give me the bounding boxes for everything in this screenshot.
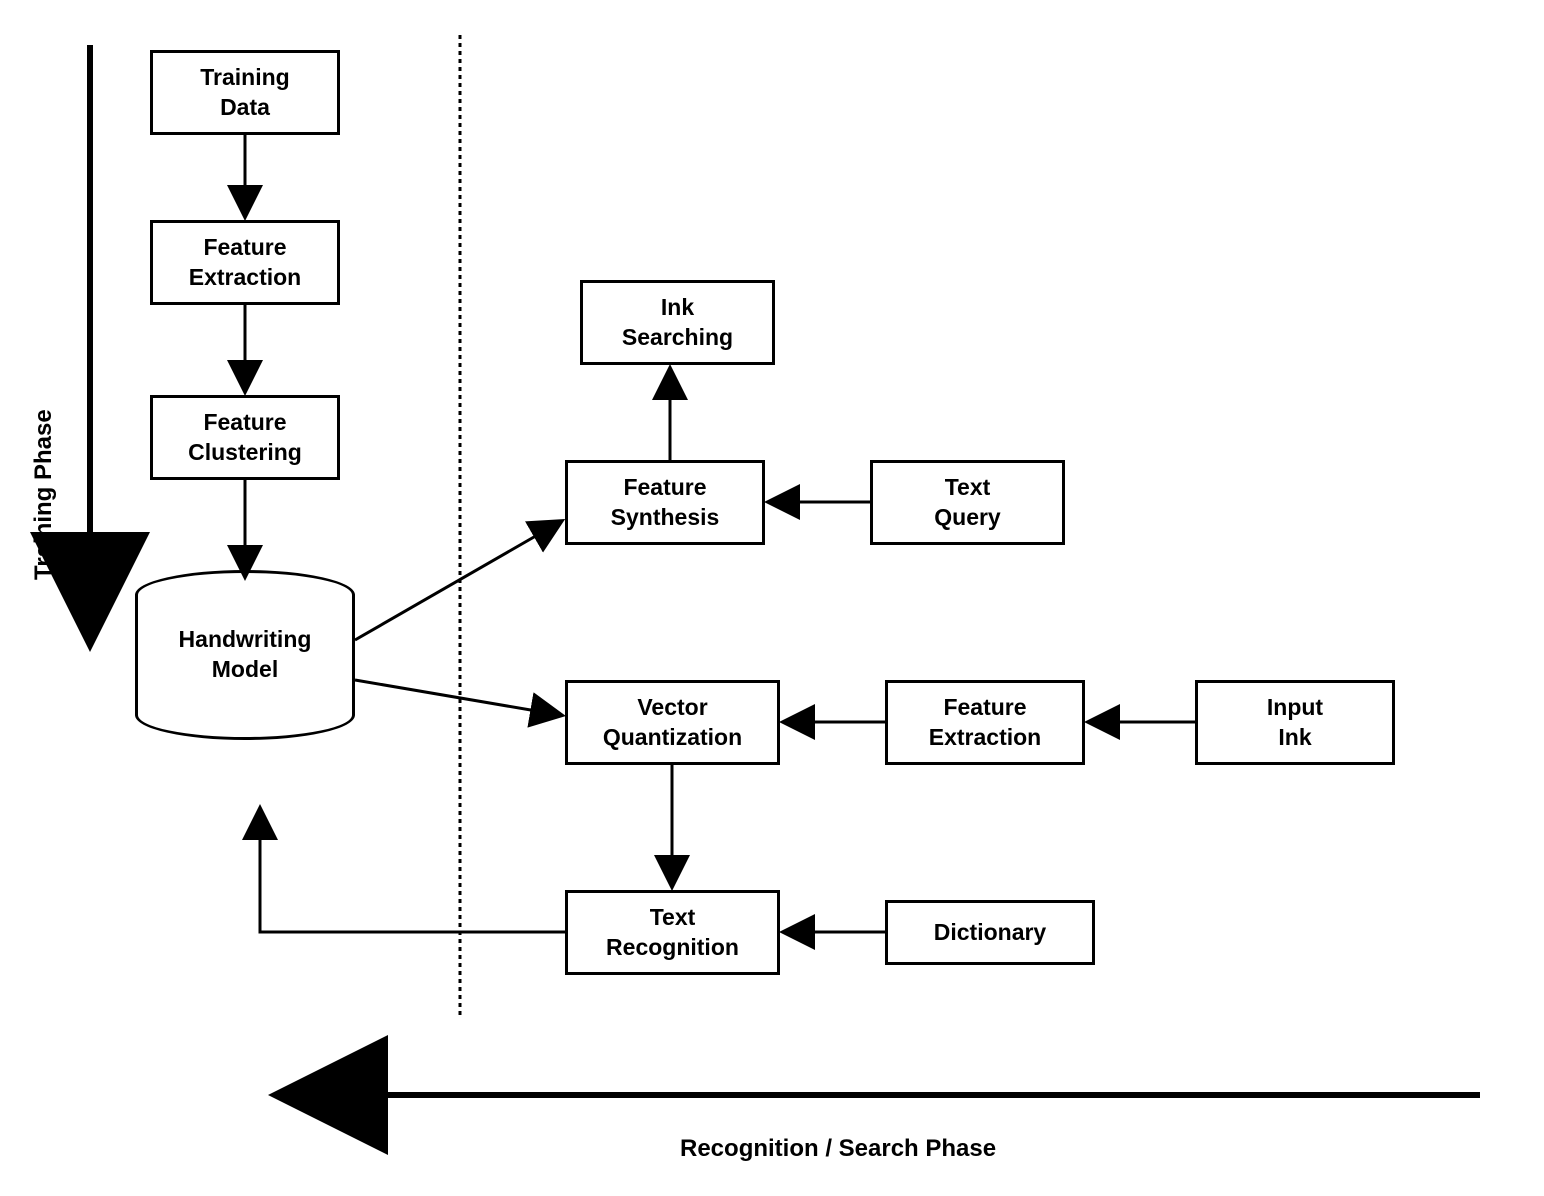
box-text-recognition: Text Recognition	[565, 890, 780, 975]
box-feature-extraction-2: Feature Extraction	[885, 680, 1085, 765]
flowchart-diagram: Training Phase Recognition / Search Phas…	[0, 0, 1544, 1196]
box-ink-searching: Ink Searching	[580, 280, 775, 365]
recognition-phase-label: Recognition / Search Phase	[680, 1135, 996, 1163]
box-feature-synthesis: Feature Synthesis	[565, 460, 765, 545]
box-training-data: Training Data	[150, 50, 340, 135]
box-vector-quantization: Vector Quantization	[565, 680, 780, 765]
box-feature-extraction-1: Feature Extraction	[150, 220, 340, 305]
box-dictionary: Dictionary	[885, 900, 1095, 965]
cylinder-handwriting-model: Handwriting Model	[135, 570, 355, 740]
box-input-ink: Input Ink	[1195, 680, 1395, 765]
box-feature-clustering: Feature Clustering	[150, 395, 340, 480]
training-phase-label: Training Phase	[30, 380, 58, 580]
box-text-query: Text Query	[870, 460, 1065, 545]
